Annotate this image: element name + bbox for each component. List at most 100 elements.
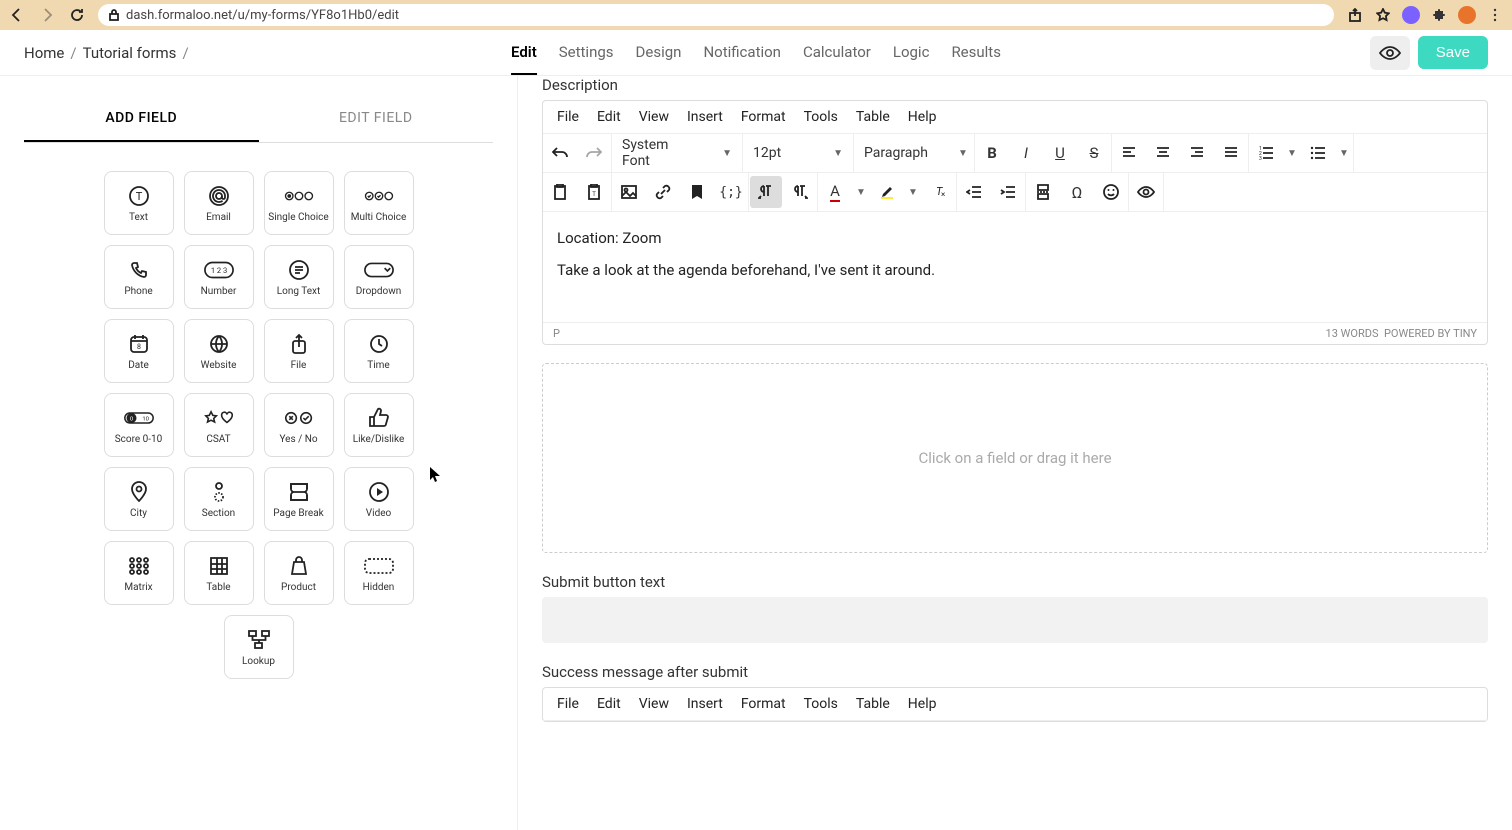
- code-button[interactable]: {;}: [715, 176, 747, 208]
- rtl-button[interactable]: [784, 176, 816, 208]
- outdent-button[interactable]: [958, 176, 990, 208]
- bullet-list-dropdown[interactable]: ▼: [1335, 148, 1353, 159]
- field-date[interactable]: 8Date: [104, 319, 174, 383]
- menu2-table[interactable]: Table: [856, 696, 890, 712]
- field-website[interactable]: Website: [184, 319, 254, 383]
- sidebar-tab-add[interactable]: ADD FIELD: [24, 96, 259, 142]
- field-email[interactable]: Email: [184, 171, 254, 235]
- forward-button[interactable]: [38, 6, 56, 24]
- tab-settings[interactable]: Settings: [559, 31, 614, 75]
- save-button[interactable]: Save: [1418, 36, 1488, 69]
- clear-format-button[interactable]: T×: [923, 176, 955, 208]
- field-like[interactable]: Like/Dislike: [344, 393, 414, 457]
- redo-button[interactable]: [578, 137, 610, 169]
- italic-button[interactable]: I: [1010, 137, 1042, 169]
- field-product[interactable]: Product: [264, 541, 334, 605]
- field-number[interactable]: 1 2 3Number: [184, 245, 254, 309]
- field-file[interactable]: File: [264, 319, 334, 383]
- field-long-text[interactable]: Long Text: [264, 245, 334, 309]
- field-multi-choice[interactable]: Multi Choice: [344, 171, 414, 235]
- preview-button[interactable]: [1370, 36, 1410, 70]
- size-select[interactable]: 12pt▼: [743, 134, 853, 172]
- ordered-list-button[interactable]: 123: [1250, 137, 1282, 169]
- field-single-choice[interactable]: Single Choice: [264, 171, 334, 235]
- tab-design[interactable]: Design: [636, 31, 682, 75]
- preview-button[interactable]: [1130, 176, 1162, 208]
- menu-icon[interactable]: [1486, 6, 1504, 24]
- underline-button[interactable]: U: [1044, 137, 1076, 169]
- breadcrumb-home[interactable]: Home: [24, 44, 64, 62]
- paragraph-select[interactable]: Paragraph▼: [854, 134, 974, 172]
- tab-edit[interactable]: Edit: [511, 31, 537, 75]
- menu-format[interactable]: Format: [741, 109, 786, 125]
- menu-table[interactable]: Table: [856, 109, 890, 125]
- url-bar[interactable]: dash.formaloo.net/u/my-forms/YF8o1Hb0/ed…: [98, 4, 1334, 26]
- back-button[interactable]: [8, 6, 26, 24]
- tab-results[interactable]: Results: [951, 31, 1001, 75]
- link-button[interactable]: [647, 176, 679, 208]
- profile-icon[interactable]: [1458, 6, 1476, 24]
- menu2-edit[interactable]: Edit: [597, 696, 621, 712]
- submit-text-input[interactable]: [542, 597, 1488, 643]
- align-justify-button[interactable]: [1215, 137, 1247, 169]
- bullet-list-button[interactable]: [1302, 137, 1334, 169]
- align-left-button[interactable]: [1113, 137, 1145, 169]
- paste-text-button[interactable]: T: [578, 176, 610, 208]
- field-yesno[interactable]: Yes / No: [264, 393, 334, 457]
- menu-insert[interactable]: Insert: [687, 109, 723, 125]
- reload-button[interactable]: [68, 6, 86, 24]
- field-matrix[interactable]: Matrix: [104, 541, 174, 605]
- text-color-dropdown[interactable]: ▼: [852, 187, 870, 198]
- star-icon[interactable]: [1374, 6, 1392, 24]
- paste-button[interactable]: [544, 176, 576, 208]
- menu2-insert[interactable]: Insert: [687, 696, 723, 712]
- menu2-help[interactable]: Help: [908, 696, 937, 712]
- editor-body[interactable]: Location: Zoom Take a look at the agenda…: [543, 212, 1487, 322]
- field-csat[interactable]: CSAT: [184, 393, 254, 457]
- bookmark-button[interactable]: [681, 176, 713, 208]
- menu2-format[interactable]: Format: [741, 696, 786, 712]
- menu-view[interactable]: View: [639, 109, 669, 125]
- field-section[interactable]: Section: [184, 467, 254, 531]
- field-time[interactable]: Time: [344, 319, 414, 383]
- extension-icon[interactable]: [1402, 6, 1420, 24]
- tab-calculator[interactable]: Calculator: [803, 31, 871, 75]
- menu-file[interactable]: File: [557, 109, 579, 125]
- field-city[interactable]: City: [104, 467, 174, 531]
- ordered-list-dropdown[interactable]: ▼: [1283, 148, 1301, 159]
- align-center-button[interactable]: [1147, 137, 1179, 169]
- ltr-button[interactable]: [750, 176, 782, 208]
- special-char-button[interactable]: Ω: [1061, 176, 1093, 208]
- field-phone[interactable]: Phone: [104, 245, 174, 309]
- highlight-dropdown[interactable]: ▼: [904, 187, 922, 198]
- bold-button[interactable]: B: [976, 137, 1008, 169]
- strike-button[interactable]: S: [1078, 137, 1110, 169]
- drop-zone[interactable]: Click on a field or drag it here: [542, 363, 1488, 553]
- undo-button[interactable]: [544, 137, 576, 169]
- font-select[interactable]: System Font▼: [612, 134, 742, 172]
- field-dropdown[interactable]: Dropdown: [344, 245, 414, 309]
- indent-button[interactable]: [992, 176, 1024, 208]
- field-pagebreak[interactable]: Page Break: [264, 467, 334, 531]
- field-lookup[interactable]: Lookup: [224, 615, 294, 679]
- text-color-button[interactable]: A: [819, 176, 851, 208]
- emoji-button[interactable]: [1095, 176, 1127, 208]
- menu2-tools[interactable]: Tools: [804, 696, 838, 712]
- image-button[interactable]: [613, 176, 645, 208]
- field-hidden[interactable]: Hidden: [344, 541, 414, 605]
- menu-edit[interactable]: Edit: [597, 109, 621, 125]
- puzzle-icon[interactable]: [1430, 6, 1448, 24]
- breadcrumb-section[interactable]: Tutorial forms: [83, 44, 177, 62]
- field-video[interactable]: Video: [344, 467, 414, 531]
- field-table[interactable]: Table: [184, 541, 254, 605]
- tab-notification[interactable]: Notification: [703, 31, 781, 75]
- pagebreak-button[interactable]: [1027, 176, 1059, 208]
- field-score[interactable]: 010Score 0-10: [104, 393, 174, 457]
- share-icon[interactable]: [1346, 6, 1364, 24]
- tab-logic[interactable]: Logic: [893, 31, 930, 75]
- field-text[interactable]: TText: [104, 171, 174, 235]
- align-right-button[interactable]: [1181, 137, 1213, 169]
- menu2-view[interactable]: View: [639, 696, 669, 712]
- menu-tools[interactable]: Tools: [804, 109, 838, 125]
- highlight-button[interactable]: [871, 176, 903, 208]
